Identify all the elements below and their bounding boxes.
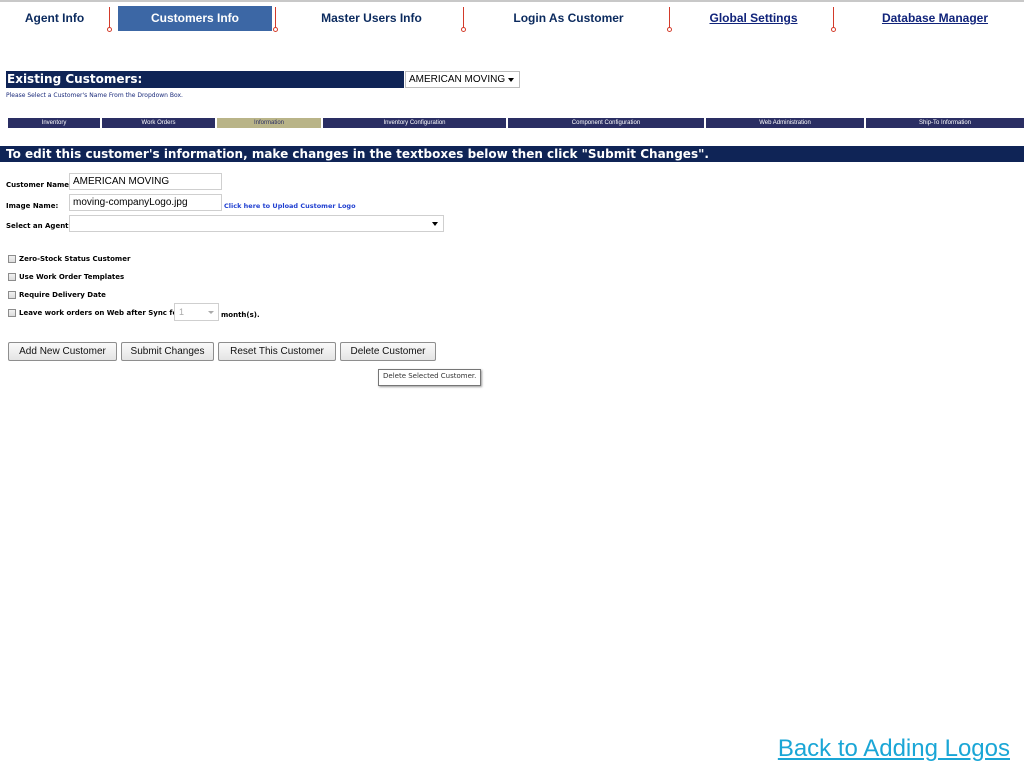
tab-work-orders[interactable]: Work Orders <box>102 118 215 128</box>
customer-select-value: AMERICAN MOVING <box>409 74 506 85</box>
work-order-templates-checkbox[interactable] <box>8 273 16 281</box>
chevron-down-icon <box>432 222 438 226</box>
tab-inventory-configuration[interactable]: Inventory Configuration <box>323 118 506 128</box>
zero-stock-label: Zero-Stock Status Customer <box>19 255 131 263</box>
nav-separator <box>461 7 466 32</box>
months-spinner[interactable]: 1 <box>174 303 219 321</box>
nav-database-manager[interactable]: Database Manager <box>848 6 1022 31</box>
months-suffix: month(s). <box>221 311 260 319</box>
existing-customers-title: Existing Customers: <box>6 71 404 88</box>
chevron-down-icon <box>508 78 514 82</box>
tab-information[interactable]: Information <box>217 118 321 128</box>
nav-customers-info[interactable]: Customers Info <box>118 6 272 31</box>
require-delivery-checkbox[interactable] <box>8 291 16 299</box>
agent-label: Select an Agent: <box>6 222 72 230</box>
nav-master-users-info[interactable]: Master Users Info <box>290 6 453 31</box>
add-new-customer-button[interactable]: Add New Customer <box>8 342 117 361</box>
zero-stock-checkbox[interactable] <box>8 255 16 263</box>
nav-separator <box>107 7 112 32</box>
nav-login-as-customer[interactable]: Login As Customer <box>478 6 659 31</box>
leave-work-orders-checkbox[interactable] <box>8 309 16 317</box>
tab-web-administration[interactable]: Web Administration <box>706 118 864 128</box>
submit-changes-button[interactable]: Submit Changes <box>121 342 214 361</box>
nav-agent-info[interactable]: Agent Info <box>6 6 103 31</box>
agent-select[interactable] <box>69 215 444 232</box>
customer-name-label: Customer Name: <box>6 181 72 189</box>
nav-separator <box>831 7 836 32</box>
chevron-down-icon <box>208 311 214 314</box>
months-value: 1 <box>179 307 185 317</box>
tab-inventory[interactable]: Inventory <box>8 118 100 128</box>
customer-name-input[interactable]: AMERICAN MOVING <box>69 173 222 190</box>
customer-select[interactable]: AMERICAN MOVING <box>405 71 520 88</box>
delete-customer-button[interactable]: Delete Customer <box>340 342 436 361</box>
require-delivery-row: Require Delivery Date <box>8 290 106 300</box>
tab-ship-to-information[interactable]: Ship-To Information <box>866 118 1024 128</box>
reset-customer-button[interactable]: Reset This Customer <box>218 342 336 361</box>
leave-work-orders-row: Leave work orders on Web after Sync for <box>8 308 181 318</box>
delete-tooltip: Delete Selected Customer. <box>378 369 482 386</box>
customer-select-hint: Please Select a Customer's Name From the… <box>6 92 183 99</box>
image-name-input[interactable]: moving-companyLogo.jpg <box>69 194 222 211</box>
zero-stock-row: Zero-Stock Status Customer <box>8 254 130 264</box>
edit-instruction-banner: To edit this customer's information, mak… <box>0 146 1024 162</box>
back-to-adding-logos-link[interactable]: Back to Adding Logos <box>778 735 1010 763</box>
leave-work-orders-label: Leave work orders on Web after Sync for <box>19 309 181 317</box>
tab-component-configuration[interactable]: Component Configuration <box>508 118 704 128</box>
nav-separator <box>667 7 672 32</box>
upload-logo-link[interactable]: Click here to Upload Customer Logo <box>224 202 356 210</box>
work-order-templates-row: Use Work Order Templates <box>8 272 124 282</box>
require-delivery-label: Require Delivery Date <box>19 291 106 299</box>
top-border <box>0 0 1024 2</box>
work-order-templates-label: Use Work Order Templates <box>19 273 125 281</box>
nav-global-settings[interactable]: Global Settings <box>683 6 824 31</box>
nav-separator <box>273 7 278 32</box>
image-name-label: Image Name: <box>6 202 59 210</box>
